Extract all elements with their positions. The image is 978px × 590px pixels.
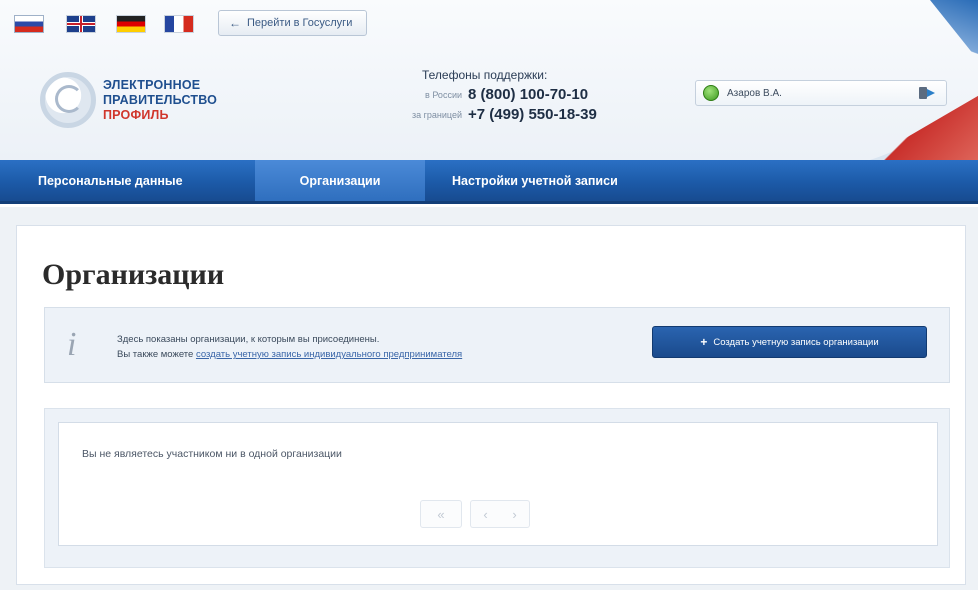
phone-number: 8 (800) 100-70-10: [468, 86, 589, 103]
flag-uk-icon[interactable]: [66, 15, 96, 33]
empty-state-message: Вы не являетесь участником ни в одной ор…: [82, 448, 342, 460]
info-line-1: Здесь показаны организации, к которым вы…: [117, 334, 380, 345]
support-title: Телефоны поддержки:: [422, 68, 548, 82]
create-organization-button[interactable]: + Создать учетную запись организации: [652, 326, 927, 358]
logo-text[interactable]: ЭЛЕКТРОННОЕ ПРАВИТЕЛЬСТВО ПРОФИЛЬ: [103, 78, 217, 123]
phone-note: за границей: [411, 110, 462, 120]
logo-emblem[interactable]: [40, 72, 96, 128]
tab-account-settings[interactable]: Настройки учетной записи: [425, 160, 685, 201]
site-header: ← Перейти в Госуслуги ЭЛЕКТРОННОЕ ПРАВИТ…: [0, 0, 978, 160]
goto-gosuslugi-label: Перейти в Госуслуги: [247, 17, 353, 29]
user-name[interactable]: Азаров В.А.: [727, 88, 918, 99]
phone-row-russia: в России 8 (800) 100-70-10: [370, 86, 630, 106]
language-bar: ← Перейти в Госуслуги: [0, 0, 430, 42]
user-menu[interactable]: Азаров В.А.: [695, 80, 947, 106]
flag-france-icon[interactable]: [164, 15, 194, 33]
prev-page-button[interactable]: ‹: [470, 500, 500, 528]
page-title: Организации: [42, 258, 225, 291]
tab-organizations[interactable]: Организации: [255, 160, 425, 201]
logo-line-3: ПРОФИЛЬ: [103, 108, 169, 122]
arrow-left-icon: ←: [229, 16, 241, 30]
create-entrepreneur-link[interactable]: создать учетную запись индивидуального п…: [196, 349, 462, 360]
logo-circle-icon: [40, 72, 96, 128]
flag-russia-icon[interactable]: [14, 15, 44, 33]
logo-line-2: ПРАВИТЕЛЬСТВО: [103, 93, 218, 107]
logo-line-1: ЭЛЕКТРОННОЕ: [103, 78, 201, 92]
first-page-button[interactable]: «: [420, 500, 462, 528]
plus-icon: +: [700, 335, 708, 349]
goto-gosuslugi-button[interactable]: ← Перейти в Госуслуги: [218, 10, 368, 36]
tab-personal-data[interactable]: Персональные данные: [0, 160, 255, 201]
phone-row-abroad: за границей +7 (499) 550-18-39: [370, 106, 630, 126]
info-text: Здесь показаны организации, к которым вы…: [117, 332, 462, 362]
info-line-2-prefix: Вы также можете: [117, 349, 194, 360]
info-icon: i: [67, 326, 77, 363]
flag-germany-icon[interactable]: [116, 15, 146, 33]
phone-number: +7 (499) 550-18-39: [468, 106, 597, 123]
user-status-icon: [703, 85, 719, 101]
next-page-button[interactable]: ›: [500, 500, 530, 528]
pagination: « ‹ ›: [420, 500, 530, 530]
logout-icon[interactable]: [918, 85, 936, 101]
create-organization-label: Создать учетную запись организации: [713, 336, 879, 348]
main-nav: Персональные данные Организации Настройк…: [0, 160, 978, 204]
info-line-2: Вы также можете создать учетную запись и…: [117, 347, 462, 362]
phone-note: в России: [425, 90, 462, 100]
